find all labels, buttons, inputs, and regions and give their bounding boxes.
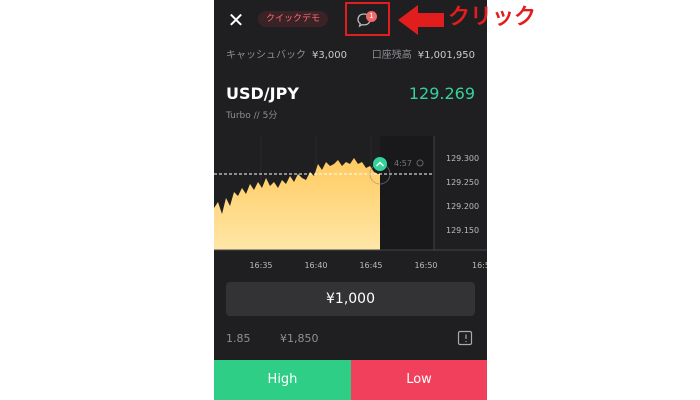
- cashback-info: キャッシュバック ¥3,000: [226, 46, 347, 61]
- annotation-label: クリック: [448, 5, 537, 30]
- payout-amount: ¥1,850: [280, 332, 319, 345]
- demo-mode-badge: クイックデモ: [258, 11, 329, 27]
- low-button[interactable]: Low: [351, 360, 487, 400]
- close-icon[interactable]: ✕: [226, 10, 246, 30]
- current-price: 129.269: [408, 84, 475, 103]
- expiry-zone: [380, 136, 434, 250]
- trade-mode: Turbo: [226, 111, 251, 121]
- calculator-button[interactable]: [457, 330, 473, 346]
- currency-pair[interactable]: USD/JPY: [226, 84, 299, 103]
- screenshot-page: ✕ クイックデモ 1 キャッシュバック ¥3,000 口座残高 ¥1,001,950…: [0, 0, 700, 400]
- balance-info: 口座残高 ¥1,001,950: [372, 46, 475, 61]
- price-chart[interactable]: 4:57 129.300 129.250 129.200 129.150 16:…: [214, 136, 487, 276]
- y-tick-label: 129.300: [446, 154, 479, 163]
- calculator-icon: [457, 330, 473, 346]
- balance-value: ¥1,001,950: [417, 50, 475, 61]
- x-tick-label: 16:50: [414, 261, 437, 270]
- x-tick-label: 16:45: [359, 261, 382, 270]
- expiry-timer: 4:57: [394, 159, 412, 168]
- balance-label: 口座残高: [371, 50, 412, 61]
- cashback-value: ¥3,000: [312, 50, 347, 61]
- price-area: [214, 158, 380, 250]
- trade-duration: 5分: [262, 111, 278, 121]
- y-tick-label: 129.150: [446, 226, 479, 235]
- trading-screen: ✕ クイックデモ 1 キャッシュバック ¥3,000 口座残高 ¥1,001,950…: [214, 0, 487, 400]
- arrow-left-icon: [398, 5, 444, 35]
- x-tick-label: 16:35: [249, 261, 272, 270]
- x-tick-label: 16:5: [472, 261, 487, 270]
- y-tick-label: 129.250: [446, 178, 479, 187]
- trade-amount-input[interactable]: ¥1,000: [226, 282, 475, 316]
- trade-type-line: Turbo // 5分: [226, 108, 277, 121]
- x-tick-label: 16:40: [304, 261, 327, 270]
- annotation-highlight-box: [345, 2, 390, 36]
- entry-marker[interactable]: [373, 157, 387, 171]
- cashback-label: キャッシュバック: [226, 50, 306, 61]
- separator: //: [253, 111, 260, 121]
- high-button[interactable]: High: [214, 360, 351, 400]
- y-tick-label: 129.200: [446, 202, 479, 211]
- payout-rate: 1.85: [226, 332, 251, 345]
